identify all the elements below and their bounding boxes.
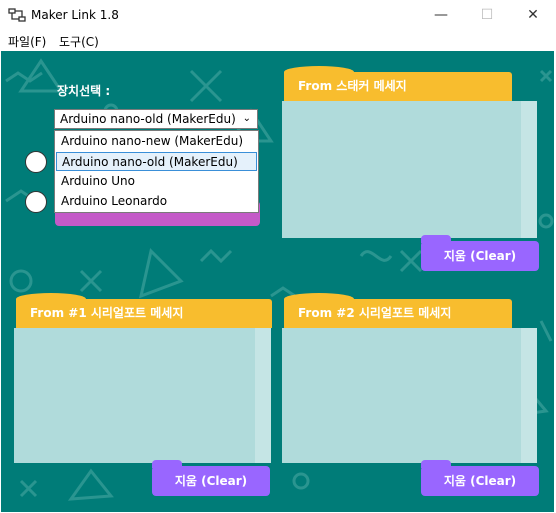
sticker-panel-header: From 스태커 메세지 [284,66,512,101]
scrollbar[interactable] [521,101,537,238]
minimize-button[interactable]: — [418,0,464,30]
device-option[interactable]: Arduino nano-new (MakerEdu) [56,132,257,151]
device-option[interactable]: Arduino Uno [56,172,257,191]
serial2-message-area[interactable] [282,328,537,463]
sticker-message-area[interactable] [282,101,537,238]
menu-tools[interactable]: 도구(C) [59,33,99,50]
device-select[interactable]: Arduino nano-old (MakerEdu) ⌄ [54,109,258,129]
menu-bar: 파일(F) 도구(C) [0,30,556,50]
app-logo-icon [8,8,26,22]
maximize-button[interactable]: ☐ [464,0,510,30]
scrollbar[interactable] [521,328,537,463]
chevron-down-icon: ⌄ [242,113,251,124]
device-dropdown-list: Arduino nano-new (MakerEdu) Arduino nano… [54,130,259,213]
main-canvas: 장치선택 : Arduino nano-old (MakerEdu) ⌄ Ard… [1,51,554,512]
device-option-selected[interactable]: Arduino nano-old (MakerEdu) [56,152,257,171]
serial1-clear-button[interactable]: 지움 (Clear) [152,460,270,496]
serial2-clear-button[interactable]: 지움 (Clear) [421,460,539,496]
device-select-value: Arduino nano-old (MakerEdu) [60,112,236,126]
device-option[interactable]: Arduino Leonardo [56,192,257,211]
serial1-message-area[interactable] [14,328,271,463]
sticker-clear-button[interactable]: 지움 (Clear) [421,235,539,271]
menu-file[interactable]: 파일(F) [8,33,46,50]
status-indicator-2 [25,191,47,213]
serial1-panel-header: From #1 시리얼포트 메세지 [16,293,272,328]
scrollbar[interactable] [255,328,271,463]
device-select-label: 장치선택 : [57,84,111,98]
status-indicator-1 [25,151,47,173]
close-button[interactable]: ✕ [510,0,556,30]
serial2-panel-header: From #2 시리얼포트 메세지 [284,293,512,328]
window-title: Maker Link 1.8 [31,8,119,22]
title-bar: Maker Link 1.8 — ☐ ✕ [0,0,556,30]
